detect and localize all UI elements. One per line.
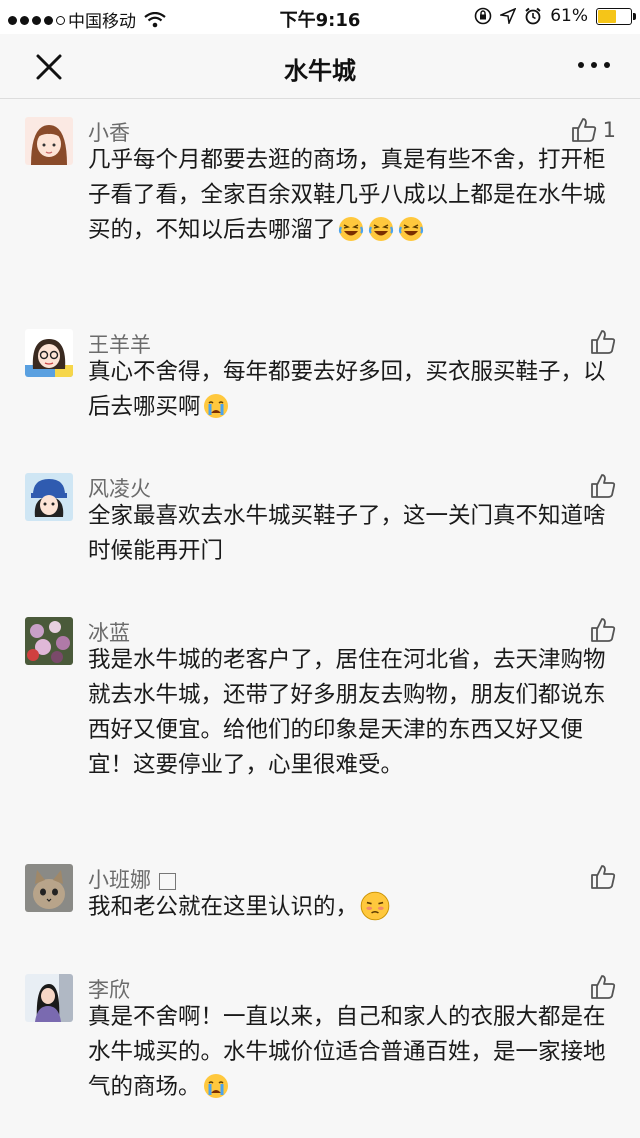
comment-text: 全家最喜欢去水牛城买鞋子了，这一关门真不知道啥时候能再开门 — [88, 503, 606, 564]
thumbs-up-icon — [591, 618, 616, 642]
shy-icon — [360, 891, 390, 921]
like-button[interactable]: 1 — [571, 117, 616, 143]
like-count: 1 — [602, 118, 616, 142]
avatar — [25, 329, 73, 377]
battery-percent: 61% — [550, 6, 588, 26]
thumbs-up-icon — [591, 865, 616, 889]
comment-text: 几乎每个月都要去逛的商场，真是有些不舍，打开柜子看了看，全家百余双鞋几乎八成以上… — [88, 147, 606, 243]
avatar — [25, 473, 73, 521]
avatar — [25, 864, 73, 912]
crying-icon — [203, 394, 228, 418]
checkbox-icon — [159, 872, 176, 890]
comment-text: 我是水牛城的老客户了，居住在河北省，去天津购物就去水牛城，还带了好多朋友去购物，… — [88, 647, 606, 778]
like-button[interactable] — [590, 617, 616, 643]
thumbs-up-icon — [591, 474, 616, 498]
page-title: 水牛城 — [284, 57, 356, 85]
thumbs-up-icon — [591, 975, 616, 999]
status-bar: 中国移动 下午9:16 61% — [0, 0, 640, 34]
battery-icon — [596, 7, 636, 25]
nav-bar: 水牛城 — [0, 34, 640, 99]
avatar — [25, 117, 73, 165]
like-button[interactable] — [590, 974, 616, 1000]
location-icon — [500, 8, 517, 24]
crying-icon — [203, 1074, 228, 1098]
thumbs-up-icon — [591, 330, 616, 354]
laugh-cry-icon — [338, 217, 363, 241]
rotation-lock-icon — [474, 7, 492, 25]
alarm-icon — [525, 7, 541, 25]
laugh-cry-icon — [368, 217, 393, 241]
like-button[interactable] — [590, 864, 616, 890]
avatar — [25, 617, 73, 665]
laugh-cry-icon — [398, 217, 423, 241]
comment-text: 我和老公就在这里认识的， — [88, 890, 608, 925]
avatar — [25, 974, 73, 1022]
comment-text: 真是不舍啊！一直以来，自己和家人的衣服大都是在水牛城买的。水牛城价位适合普通百姓… — [88, 1004, 606, 1100]
thumbs-up-icon — [571, 118, 596, 142]
more-options-icon[interactable] — [578, 62, 610, 68]
like-button[interactable] — [590, 329, 616, 355]
like-button[interactable] — [590, 473, 616, 499]
comment-text: 真心不舍得，每年都要去好多回，买衣服买鞋子，以后去哪买啊 — [88, 359, 606, 420]
